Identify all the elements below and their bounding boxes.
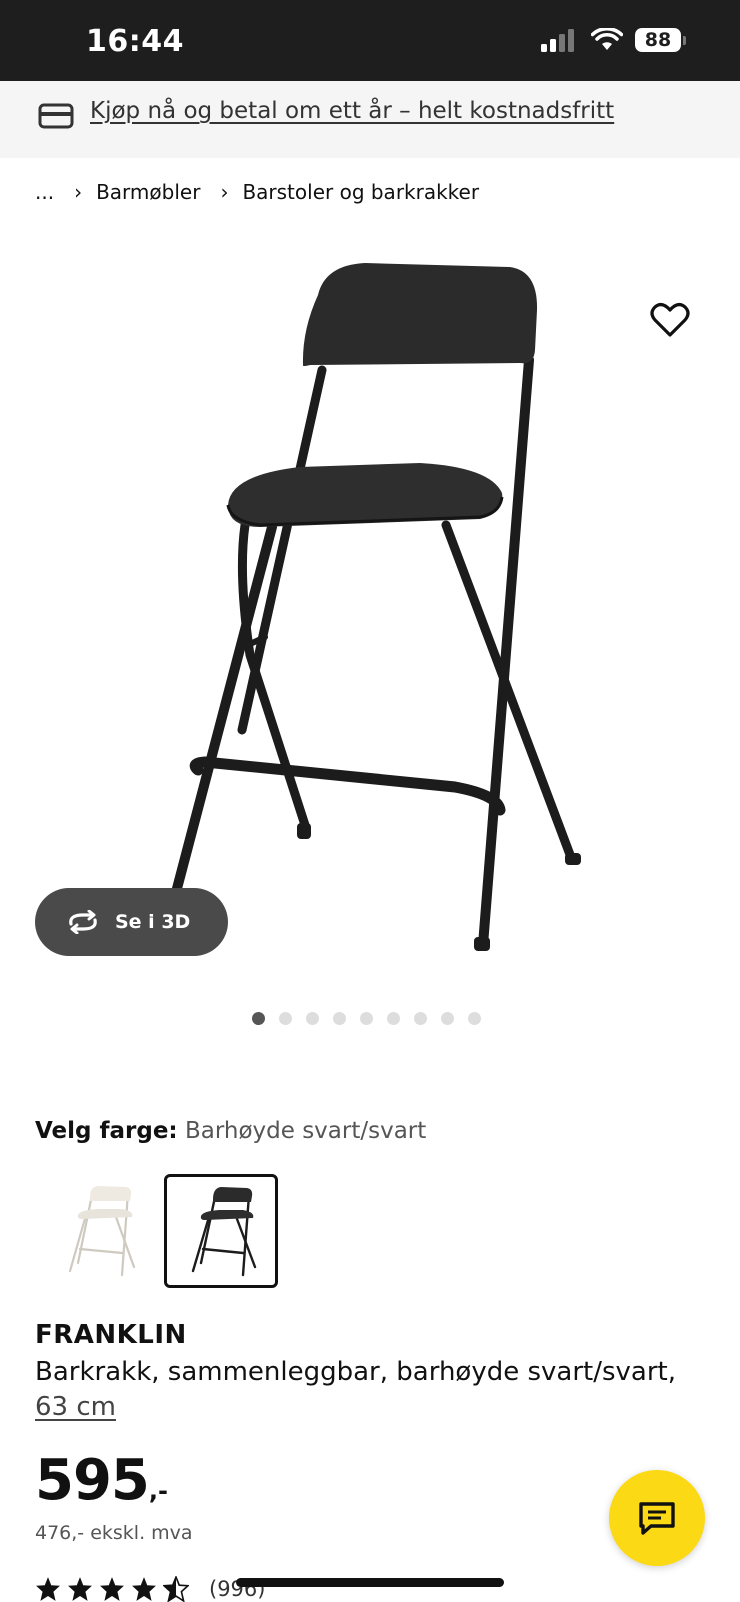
- color-label-title: Velg farge:: [35, 1118, 178, 1144]
- carousel-dot[interactable]: [414, 1012, 427, 1025]
- price-suffix: ,-: [148, 1477, 168, 1505]
- see-in-3d-label: Se i 3D: [115, 911, 191, 933]
- product-name: FRANKLIN: [35, 1320, 187, 1350]
- carousel-dot[interactable]: [441, 1012, 454, 1025]
- star-half-icon: [163, 1576, 189, 1602]
- product-image[interactable]: [0, 235, 740, 995]
- breadcrumb-item-more[interactable]: ...: [35, 180, 54, 204]
- breadcrumb-item-barstoler[interactable]: Barstoler og barkrakker: [242, 180, 479, 204]
- carousel-dot[interactable]: [468, 1012, 481, 1025]
- status-icons: 88: [539, 28, 686, 52]
- carousel-dot[interactable]: [252, 1012, 265, 1025]
- promo-link[interactable]: Kjøp nå og betal om ett år – helt kostna…: [90, 98, 614, 124]
- star-icon: [132, 1577, 156, 1601]
- color-swatch-black[interactable]: [164, 1174, 278, 1288]
- home-indicator: [236, 1578, 504, 1587]
- chat-button[interactable]: [609, 1470, 705, 1566]
- price-value: 595: [35, 1448, 150, 1513]
- carousel-dots: [252, 1012, 481, 1025]
- battery-indicator: 88: [635, 28, 681, 52]
- status-bar: 16:44 88: [0, 0, 740, 81]
- wifi-icon: [591, 28, 623, 50]
- chevron-right-icon: ›: [74, 180, 83, 204]
- product-price: 595,-: [35, 1448, 168, 1513]
- star-icon: [100, 1577, 124, 1601]
- product-description-text: Barkrakk, sammenleggbar, barhøyde svart/…: [35, 1357, 676, 1387]
- star-icon: [68, 1577, 92, 1601]
- carousel-dot[interactable]: [360, 1012, 373, 1025]
- chevron-right-icon: ›: [220, 180, 229, 204]
- chat-icon: [639, 1502, 675, 1535]
- carousel-dot[interactable]: [387, 1012, 400, 1025]
- color-swatch-black-image: [191, 1187, 257, 1277]
- product-size-link[interactable]: 63 cm: [35, 1392, 116, 1422]
- color-label: Velg farge: Barhøyde svart/svart: [35, 1118, 426, 1144]
- carousel-dot[interactable]: [306, 1012, 319, 1025]
- status-time: 16:44: [86, 24, 184, 59]
- signal-icon: [541, 29, 574, 52]
- carousel-dot[interactable]: [279, 1012, 292, 1025]
- see-in-3d-button[interactable]: Se i 3D: [35, 888, 228, 956]
- color-value: Barhøyde svart/svart: [184, 1118, 427, 1144]
- breadcrumb: ... › Barmøbler › Barstoler og barkrakke…: [35, 180, 479, 204]
- battery-tip: [683, 35, 686, 45]
- product-description: Barkrakk, sammenleggbar, barhøyde svart/…: [35, 1355, 715, 1425]
- product-rating[interactable]: (996): [35, 1576, 265, 1602]
- card-icon: [38, 103, 74, 129]
- breadcrumb-item-barmobler[interactable]: Barmøbler: [96, 180, 200, 204]
- color-swatch-white[interactable]: [42, 1175, 156, 1289]
- price-excl-vat: 476,- ekskl. mva: [35, 1522, 193, 1544]
- carousel-dot[interactable]: [333, 1012, 346, 1025]
- star-icon: [36, 1577, 60, 1601]
- favorite-heart-icon[interactable]: [650, 302, 690, 338]
- rotate-3d-icon: [69, 910, 97, 934]
